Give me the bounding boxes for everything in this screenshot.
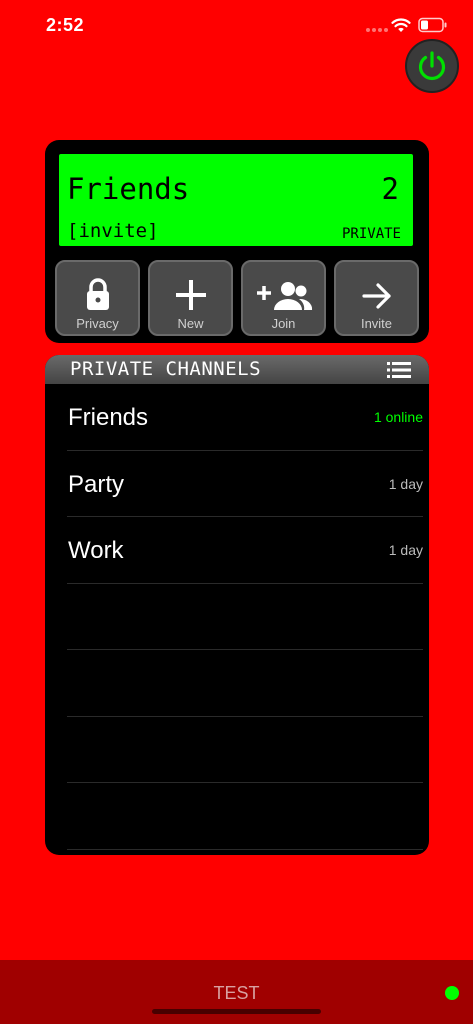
status-bar: 2:52 [0, 0, 473, 50]
new-channel-button[interactable]: New [148, 260, 233, 336]
add-group-icon [256, 282, 312, 310]
join-button[interactable]: Join [241, 260, 326, 336]
invite-code: [invite] [67, 220, 159, 242]
channel-row-friends[interactable]: Friends 1 online [67, 384, 423, 451]
channel-status: 1 online [373, 409, 423, 425]
home-indicator[interactable] [152, 1009, 321, 1014]
bottom-label: TEST [213, 983, 260, 1003]
connection-status-dot [445, 986, 459, 1000]
wifi-icon [391, 18, 411, 32]
invite-label: Invite [360, 316, 393, 331]
empty-row [67, 783, 423, 850]
channels-panel: PRIVATE CHANNELS Friends 1 online Party … [45, 355, 429, 855]
channel-list: Friends 1 online Party 1 day Work 1 day [45, 384, 429, 850]
bottom-bar: TEST [0, 960, 473, 1024]
invite-button[interactable]: Invite [334, 260, 419, 336]
privacy-label: Privacy [76, 316, 119, 331]
list-icon[interactable] [387, 362, 411, 378]
channel-type: PRIVATE [341, 226, 401, 242]
empty-row [67, 584, 423, 650]
new-label: New [177, 316, 204, 331]
channel-name: Work [68, 537, 124, 564]
app-screen: 2:52 Friends 2 [invite] PRIVATE Privacy … [0, 0, 473, 1024]
lcd-display: Friends 2 [invite] PRIVATE [59, 154, 413, 246]
channel-name: Party [68, 470, 125, 498]
channel-row-party[interactable]: Party 1 day [67, 451, 423, 517]
member-count: 2 [381, 172, 399, 206]
action-button-row: Privacy New Join Invite [55, 260, 419, 336]
join-label: Join [271, 316, 296, 331]
current-channel-name: Friends [67, 172, 190, 206]
channel-status: 1 day [388, 475, 423, 492]
lock-icon [86, 278, 109, 310]
channel-status: 1 day [388, 542, 423, 558]
plus-icon [175, 280, 206, 310]
power-button[interactable] [405, 39, 459, 93]
power-icon [418, 51, 446, 81]
channels-title: PRIVATE CHANNELS [70, 358, 262, 380]
status-time: 2:52 [46, 15, 85, 35]
arrow-right-icon [361, 283, 391, 309]
signal-icon [366, 28, 388, 32]
battery-icon [418, 17, 447, 33]
empty-row [67, 650, 423, 717]
channels-header: PRIVATE CHANNELS [45, 355, 429, 384]
empty-row [67, 717, 423, 783]
privacy-button[interactable]: Privacy [55, 260, 140, 336]
channel-control-panel: Friends 2 [invite] PRIVATE Privacy New J… [45, 140, 429, 343]
channel-row-work[interactable]: Work 1 day [67, 517, 423, 584]
channel-name: Friends [68, 404, 149, 431]
